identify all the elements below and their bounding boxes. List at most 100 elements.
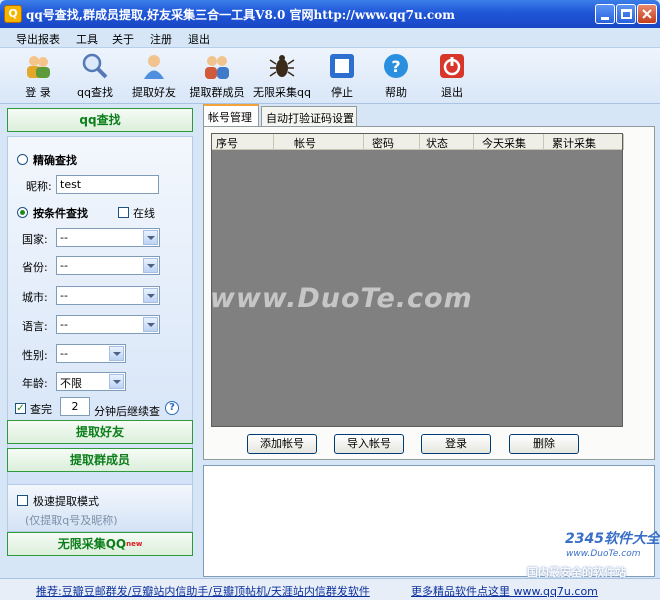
- fast-mode-checkbox[interactable]: [17, 495, 28, 506]
- minutes-input[interactable]: 2: [60, 397, 90, 416]
- city-label: 城市:: [22, 291, 48, 304]
- qq-search-button[interactable]: qq查找: [7, 108, 193, 132]
- exact-search-radio[interactable]: [17, 154, 28, 165]
- gender-select[interactable]: --: [56, 344, 126, 363]
- toolbar-label: 无限采集qq: [253, 86, 311, 99]
- toolbar: 登 录 qq查找 提取好友 提取群成员 无限采集qq 停止 ? 帮助 退出: [0, 48, 660, 104]
- condition-search-label: 按条件查找: [33, 207, 88, 220]
- close-button[interactable]: [637, 4, 657, 24]
- column-header[interactable]: 帐号: [274, 134, 364, 150]
- nickname-label: 昵称:: [26, 180, 52, 193]
- menu-register[interactable]: 注册: [150, 31, 172, 47]
- column-header[interactable]: 累计采集: [544, 134, 624, 150]
- unlimited-collect-label: 无限采集QQ: [57, 537, 127, 551]
- get-friends-button[interactable]: 提取好友: [7, 420, 193, 444]
- status-bar: 推荐:豆瓣豆邮群发/豆瓣站内信助手/豆瓣顶帖机/天涯站内信群发软件 更多精品软件…: [0, 578, 660, 600]
- login-button[interactable]: 登录: [421, 434, 491, 454]
- tab-account-management[interactable]: 帐号管理: [203, 104, 259, 126]
- help-toolbar-button[interactable]: ? 帮助: [368, 50, 424, 102]
- chevron-down-icon: [109, 374, 124, 389]
- bug-icon: [269, 55, 295, 77]
- get-group-members-button[interactable]: 提取群成员: [7, 448, 193, 472]
- table-header: 序号 帐号 密码 状态 今天采集 累计采集: [212, 134, 624, 150]
- gender-label: 性别:: [22, 349, 48, 362]
- qq-search-toolbar-button[interactable]: qq查找: [67, 50, 123, 102]
- menu-exit[interactable]: 退出: [188, 31, 210, 47]
- more-software-link[interactable]: 更多精品软件点这里 www.qq7u.com: [411, 583, 598, 599]
- menu-about[interactable]: 关于: [112, 31, 134, 47]
- help-icon[interactable]: ?: [165, 401, 179, 415]
- minimize-button[interactable]: [595, 4, 615, 24]
- title-bar: Q qq号查找,群成员提取,好友采集三合一工具V8.0 官网http://www…: [0, 0, 660, 28]
- recommend-link[interactable]: 推荐:豆瓣豆邮群发/豆瓣站内信助手/豆瓣顶帖机/天涯站内信群发软件: [36, 583, 370, 599]
- magnifier-icon: [82, 53, 108, 79]
- age-select[interactable]: 不限: [56, 372, 126, 391]
- toolbar-label: 停止: [331, 86, 353, 99]
- fast-mode-hint: (仅提取q号及昵称): [25, 514, 118, 527]
- column-header[interactable]: 今天采集: [474, 134, 544, 150]
- power-icon: [440, 54, 464, 78]
- stop-icon: [330, 54, 354, 78]
- window-title: qq号查找,群成员提取,好友采集三合一工具V8.0 官网http://www.q…: [26, 8, 455, 22]
- chevron-down-icon: [109, 346, 124, 361]
- finish-checkbox[interactable]: ✓: [15, 403, 26, 414]
- search-panel: qq查找 精确查找 昵称: test 按条件查找 在线 国家: -- 省份: -…: [4, 106, 196, 576]
- toolbar-label: 提取好友: [132, 86, 176, 99]
- finish-check-label: 查完: [30, 403, 52, 416]
- user-icon: [144, 55, 164, 79]
- province-select[interactable]: --: [56, 256, 160, 275]
- menu-bar: 导出报表 工具 关于 注册 退出: [0, 28, 660, 48]
- get-friends-toolbar-button[interactable]: 提取好友: [126, 50, 182, 102]
- svg-text:?: ?: [391, 57, 400, 76]
- country-label: 国家:: [22, 233, 48, 246]
- country-select[interactable]: --: [56, 228, 160, 247]
- users-login-icon: [27, 56, 50, 78]
- city-select[interactable]: --: [56, 286, 160, 305]
- chevron-down-icon: [143, 230, 158, 245]
- language-label: 语言:: [22, 320, 48, 333]
- column-header[interactable]: 状态: [420, 134, 474, 150]
- maximize-button[interactable]: [616, 4, 636, 24]
- language-select[interactable]: --: [56, 315, 160, 334]
- province-label: 省份:: [22, 261, 48, 274]
- import-account-button[interactable]: 导入帐号: [334, 434, 404, 454]
- delete-button[interactable]: 删除: [509, 434, 579, 454]
- tab-captcha-settings[interactable]: 自动打验证码设置: [261, 106, 357, 126]
- group-users-icon: [205, 56, 229, 79]
- menu-export-report[interactable]: 导出报表: [16, 31, 60, 47]
- exact-search-label: 精确查找: [33, 154, 77, 167]
- nickname-input[interactable]: test: [56, 175, 159, 194]
- chevron-down-icon: [143, 317, 158, 332]
- watermark: www.DuoTe.com: [210, 283, 473, 314]
- close-icon: [642, 9, 652, 19]
- toolbar-label: 登 录: [25, 86, 51, 99]
- online-checkbox[interactable]: [118, 207, 129, 218]
- online-label: 在线: [133, 207, 155, 220]
- login-toolbar-button[interactable]: 登 录: [10, 50, 66, 102]
- menu-tools[interactable]: 工具: [76, 31, 98, 47]
- column-header[interactable]: 序号: [212, 134, 274, 150]
- column-header[interactable]: 密码: [364, 134, 420, 150]
- toolbar-label: 退出: [441, 86, 463, 99]
- fast-mode-group: 极速提取模式 (仅提取q号及昵称): [7, 484, 193, 532]
- stop-toolbar-button[interactable]: 停止: [314, 50, 370, 102]
- account-table[interactable]: 序号 帐号 密码 状态 今天采集 累计采集: [211, 133, 624, 427]
- app-icon: Q: [4, 5, 22, 23]
- fast-mode-label: 极速提取模式: [33, 495, 99, 508]
- toolbar-label: 帮助: [385, 86, 407, 99]
- toolbar-label: 提取群成员: [189, 86, 245, 99]
- unlimited-collect-toolbar-button[interactable]: 无限采集qq: [252, 50, 312, 102]
- minutes-suffix-label: 分钟后继续查: [94, 405, 160, 418]
- age-label: 年龄:: [22, 377, 48, 390]
- exit-toolbar-button[interactable]: 退出: [424, 50, 480, 102]
- condition-search-radio[interactable]: [17, 207, 28, 218]
- site-watermark: 2345软件大全: [565, 531, 660, 547]
- log-output[interactable]: [203, 465, 655, 577]
- add-account-button[interactable]: 添加帐号: [247, 434, 317, 454]
- new-badge: new: [126, 540, 143, 548]
- toolbar-label: qq查找: [77, 86, 113, 99]
- site-url-watermark: www.DuoTe.com: [566, 549, 641, 559]
- get-group-members-toolbar-button[interactable]: 提取群成员: [187, 50, 247, 102]
- chevron-down-icon: [143, 258, 158, 273]
- unlimited-collect-button[interactable]: 无限采集QQnew: [7, 532, 193, 556]
